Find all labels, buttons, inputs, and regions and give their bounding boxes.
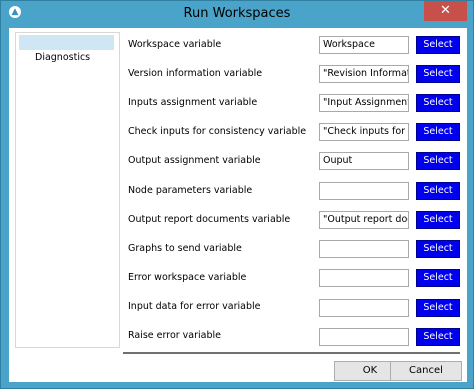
raise-error-field[interactable] xyxy=(319,328,409,346)
sidebar-item-diagnostics[interactable]: Diagnostics xyxy=(19,50,114,65)
workspace-variable-field[interactable]: Workspace xyxy=(319,36,409,54)
select-button[interactable]: Select xyxy=(416,65,460,83)
row-label-error-workspace: Error workspace variable xyxy=(128,272,247,283)
run-workspaces-dialog: ▲ Run Workspaces ✕ Parameters Diagnostic… xyxy=(0,0,474,389)
row-label-output-assignment: Output assignment variable xyxy=(128,155,261,166)
node-parameters-field[interactable] xyxy=(319,182,409,200)
sidebar: Parameters Diagnostics xyxy=(15,32,120,348)
row-label-inputs-assignment: Inputs assignment variable xyxy=(128,97,258,108)
select-button[interactable]: Select xyxy=(416,152,460,170)
input-data-for-error-field[interactable] xyxy=(319,299,409,317)
close-button[interactable]: ✕ xyxy=(424,1,467,21)
row-label-node-parameters: Node parameters variable xyxy=(128,185,253,196)
select-button[interactable]: Select xyxy=(416,123,460,141)
row-label-version-info: Version information variable xyxy=(128,68,263,79)
version-information-field[interactable]: "Revision Information" xyxy=(319,65,409,83)
dialog-content: Parameters Diagnostics Workspace variabl… xyxy=(9,28,467,382)
select-button[interactable]: Select xyxy=(416,211,460,229)
row-label-check-inputs: Check inputs for consistency variable xyxy=(128,126,307,137)
select-button[interactable]: Select xyxy=(416,182,460,200)
inputs-assignment-field[interactable]: "Input Assignment" xyxy=(319,94,409,112)
row-label-raise-error: Raise error variable xyxy=(128,330,222,341)
select-button[interactable]: Select xyxy=(416,299,460,317)
sidebar-item-parameters[interactable]: Parameters xyxy=(19,35,114,50)
row-label-workspace: Workspace variable xyxy=(128,39,222,50)
row-label-graphs-to-send: Graphs to send variable xyxy=(128,243,242,254)
window-title: Run Workspaces xyxy=(183,6,291,21)
select-button[interactable]: Select xyxy=(416,240,460,258)
row-label-input-data-for-error: Input data for error variable xyxy=(128,301,261,312)
output-assignment-field[interactable]: Ouput xyxy=(319,152,409,170)
select-button[interactable]: Select xyxy=(416,269,460,287)
select-button[interactable]: Select xyxy=(416,94,460,112)
output-report-documents-field[interactable]: "Output report documents" xyxy=(319,211,409,229)
row-label-output-report: Output report documents variable xyxy=(128,214,291,225)
select-button[interactable]: Select xyxy=(416,36,460,54)
title-bar[interactable]: ▲ Run Workspaces ✕ xyxy=(1,1,473,27)
error-workspace-field[interactable] xyxy=(319,269,409,287)
cancel-button[interactable]: Cancel xyxy=(390,361,462,381)
check-inputs-field[interactable]: "Check inputs for consistency" xyxy=(319,123,409,141)
graphs-to-send-field[interactable] xyxy=(319,240,409,258)
select-button[interactable]: Select xyxy=(416,328,460,346)
footer-divider xyxy=(123,352,460,354)
